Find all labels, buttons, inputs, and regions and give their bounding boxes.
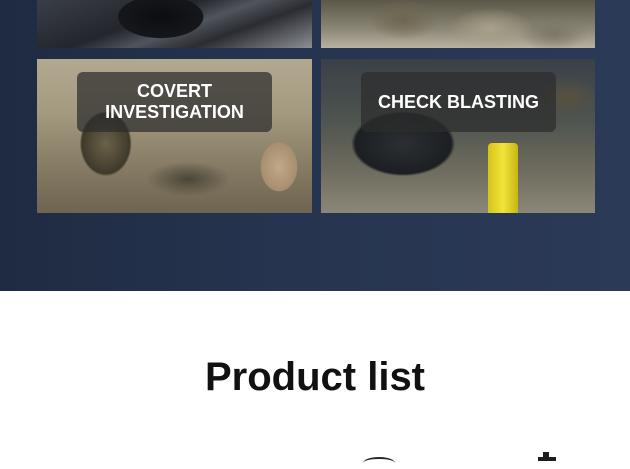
covert-investigation-label-text: COVERT INVESTIGATION: [105, 81, 244, 122]
product-knob-bar-shape: [538, 457, 556, 461]
product-list-heading: Product list: [204, 355, 426, 399]
scenario-tile-luggage[interactable]: [37, 0, 312, 48]
yellow-bottle-graphic: [488, 143, 518, 213]
check-blasting-label-text: CHECK BLASTING: [378, 91, 539, 112]
product-arc-shape: [363, 457, 395, 469]
check-blasting-label: CHECK BLASTING: [361, 72, 556, 132]
scenario-tile-covert-investigation[interactable]: COVERT INVESTIGATION: [37, 59, 312, 213]
luggage-photo: [37, 0, 312, 48]
covert-investigation-label: COVERT INVESTIGATION: [77, 72, 272, 132]
product-image-partial[interactable]: [355, 452, 570, 461]
scenario-tile-soldiers[interactable]: [321, 0, 595, 48]
soldiers-photo: [321, 0, 595, 48]
scenario-tile-check-blasting[interactable]: CHECK BLASTING: [321, 59, 595, 213]
application-scenarios-section: COVERT INVESTIGATION CHECK BLASTING: [0, 0, 630, 291]
